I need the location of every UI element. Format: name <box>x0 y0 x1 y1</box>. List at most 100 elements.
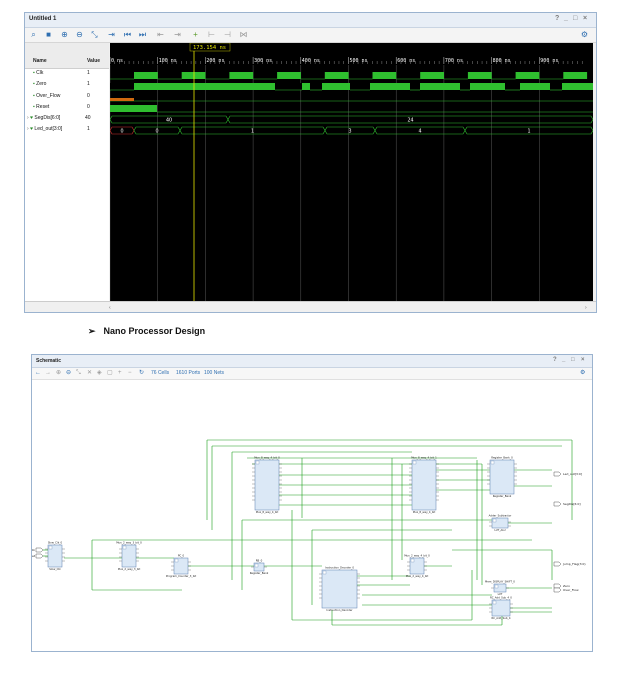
output-port-label: Jump_Flag(3:0) <box>562 562 586 566</box>
clk-high-segment <box>229 72 254 79</box>
zoom-in-icon[interactable]: ⊕ <box>60 30 69 39</box>
signal-value: 1 <box>87 81 90 87</box>
minimize-icon[interactable]: _ <box>564 15 568 22</box>
signal-header: Name Value <box>25 43 109 69</box>
signal-row-reset[interactable]: ▪ Reset <box>33 104 49 110</box>
zoom-in-icon[interactable]: ⊕ <box>56 370 61 377</box>
signal-row-ledout[interactable]: › ♥ Led_out[3:0] <box>27 126 62 132</box>
next-edge-icon[interactable]: ⇥ <box>173 30 182 39</box>
input-port-label: Reset <box>32 554 36 558</box>
schematic-block-name: Mux_8_way_4_bit_1 <box>411 456 437 460</box>
signal-row-overflow[interactable]: ▪ Over_Flow <box>33 93 60 99</box>
clk-high-segment <box>515 72 540 79</box>
gear-icon[interactable]: ⚙ <box>580 370 585 377</box>
ledout-value-label: 4 <box>418 129 421 135</box>
output-port-icon <box>553 561 562 567</box>
clk-high-segment <box>420 72 444 79</box>
waveform-title-bar: Untitled 1 ? _ □ × <box>25 13 596 28</box>
close-icon[interactable]: × <box>583 15 587 22</box>
block-expand-icon <box>322 570 327 575</box>
add-marker-icon[interactable]: + <box>191 30 200 39</box>
scroll-right-icon[interactable]: › <box>585 305 589 311</box>
remove-icon[interactable]: − <box>128 370 132 377</box>
zoom-out-icon[interactable]: ⊖ <box>75 30 84 39</box>
nets-count-link[interactable]: 100 Nets <box>204 370 224 377</box>
zoom-fit-icon[interactable]: ⤡ <box>90 30 99 39</box>
schematic-block-name: Register_Bank_0 <box>491 456 513 460</box>
cells-count-link[interactable]: 76 Cells <box>151 370 169 377</box>
frame-icon[interactable]: ▢ <box>107 370 113 377</box>
go-first-icon[interactable]: ⏮ <box>123 30 132 39</box>
signal-row-segdis[interactable]: › ♥ SegDis[6:0] <box>27 115 60 121</box>
block-expand-icon <box>122 545 127 550</box>
back-icon[interactable]: ← <box>35 370 41 377</box>
waveform-background <box>110 43 593 301</box>
time-tick-label: 900 ns <box>540 58 558 64</box>
schematic-block-name: Instruction_Decoder_0 <box>325 566 354 570</box>
block-expand-icon <box>492 518 497 523</box>
schematic-toolbar: ← → ⊕ ⊖ ⤡ ✕ ◈ ▢ + − ↻ 76 Cells 1610 Port… <box>32 368 592 380</box>
ledout-value-label: 0 <box>155 129 158 135</box>
maximize-icon[interactable]: □ <box>571 357 575 363</box>
forward-icon[interactable]: → <box>45 370 51 377</box>
time-tick-label: 800 ns <box>493 58 511 64</box>
ledout-value-label: 0 <box>120 129 123 135</box>
block-expand-icon <box>492 600 497 605</box>
time-tick-label: 700 ns <box>445 58 463 64</box>
segdis-value-label: 40 <box>166 118 172 124</box>
swap-icon[interactable]: ⋈ <box>239 30 248 39</box>
time-tick-label: 400 ns <box>302 58 320 64</box>
schematic-block-type: Mux_2_way_3_bit <box>118 567 141 571</box>
ports-count-link[interactable]: 1610 Ports <box>176 370 200 377</box>
save-icon[interactable]: ■ <box>44 30 53 39</box>
zoom-out-icon[interactable]: ⊖ <box>66 370 71 377</box>
go-last-icon[interactable]: ⏭ <box>138 30 147 39</box>
block-expand-icon <box>412 460 417 465</box>
schematic-block-name: Slow_Clk_0 <box>48 541 63 545</box>
refresh-icon[interactable]: ↻ <box>139 370 144 377</box>
minimize-icon[interactable]: _ <box>562 357 565 363</box>
signal-value: 0 <box>87 93 90 99</box>
output-port-label: Over_Flow <box>563 588 579 592</box>
schematic-block-name: Mem_DISPLAY_SHIFT_0 <box>485 580 515 584</box>
time-tick-label: 300 ns <box>254 58 272 64</box>
block-expand-icon <box>255 460 260 465</box>
collapse-icon[interactable]: ✕ <box>87 370 92 377</box>
schematic-block-name: RB_0 <box>256 559 263 563</box>
input-port-label: Clk <box>32 548 35 552</box>
schematic-block-type: LUT <box>498 592 503 596</box>
horizontal-scrollbar[interactable]: ‹ › <box>25 301 596 312</box>
gear-icon[interactable]: ⚙ <box>580 30 589 39</box>
zero-low-segment <box>350 83 370 90</box>
signal-row-clk[interactable]: ▪ Clk <box>33 70 43 76</box>
help-icon[interactable]: ? <box>555 15 559 22</box>
signal-row-zero[interactable]: ▪ Zero <box>33 81 46 87</box>
schematic-window: Schematic ? _ □ × ← → ⊕ ⊖ ⤡ ✕ ◈ ▢ + − ↻ … <box>31 354 593 652</box>
zoom-fit-icon[interactable]: ⤡ <box>76 370 81 377</box>
schematic-block-type: Register_Bank <box>250 571 269 575</box>
schematic-block-type: Instruction_Decoder <box>326 608 353 612</box>
signal-value: 40 <box>85 115 91 121</box>
regenerate-icon[interactable]: ◈ <box>97 370 102 377</box>
clk-high-segment <box>372 72 397 79</box>
name-column-header: Name <box>33 58 47 64</box>
block-expand-icon <box>48 545 53 550</box>
schematic-canvas[interactable]: Slow_Clk_0 Slow_Clk Mux_2_way_3_bit_0 Mux_2… <box>32 380 592 650</box>
close-icon[interactable]: × <box>581 357 585 363</box>
next-marker-icon[interactable]: ⊣ <box>223 30 232 39</box>
scroll-left-icon[interactable]: ‹ <box>109 305 113 311</box>
cursor-icon[interactable]: ⇥ <box>107 30 116 39</box>
search-icon[interactable]: ⌕ <box>29 30 38 39</box>
output-port-icon <box>553 471 562 477</box>
maximize-icon[interactable]: □ <box>573 15 577 22</box>
prev-edge-icon[interactable]: ⇤ <box>156 30 165 39</box>
prev-marker-icon[interactable]: ⊢ <box>207 30 216 39</box>
schematic-block-name: Mux_2_way_4_bit_0 <box>404 554 430 558</box>
schematic-block-type: Mux_2_way_4_bit <box>406 574 429 578</box>
block-expand-icon <box>410 558 415 563</box>
schematic-block-type: Program_Counter_3_bit <box>166 574 196 578</box>
add-icon[interactable]: + <box>118 370 122 377</box>
waveform-plot[interactable]: 0 ns 100 ns 200 ns 300 ns 400 ns 500 ns 600 ns… <box>110 43 593 301</box>
caption-text: Nano Processor Design <box>103 326 206 336</box>
help-icon[interactable]: ? <box>553 357 557 363</box>
